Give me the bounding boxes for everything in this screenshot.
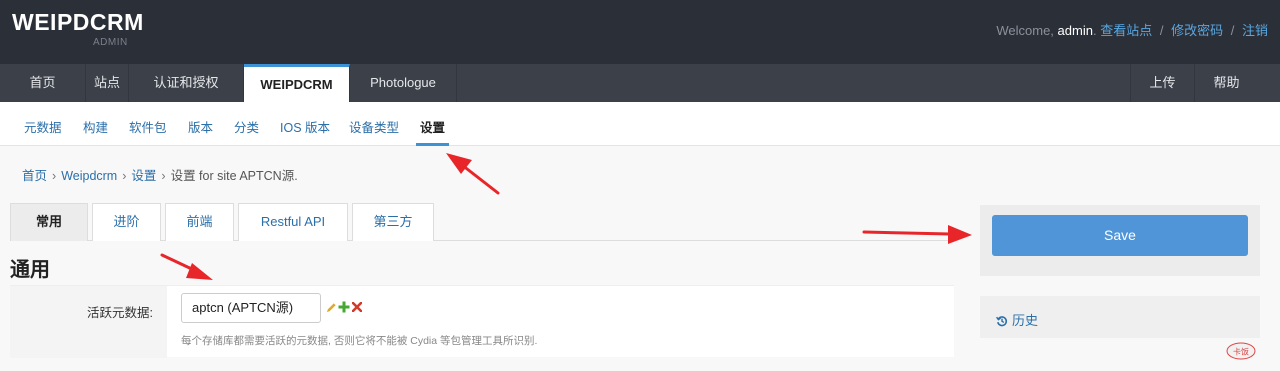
annotation-arrow-active-release bbox=[160, 253, 213, 280]
user-tools: Welcome, admin. 查看站点 / 修改密码 / 注销 bbox=[996, 20, 1268, 39]
annotation-arrow-settings bbox=[446, 153, 500, 195]
subnav-item-builds[interactable]: 构建 bbox=[83, 117, 108, 136]
watermark-text: 卡饭 bbox=[1233, 347, 1249, 357]
nav-item-photologue[interactable]: Photologue bbox=[350, 64, 457, 102]
submit-row: Save bbox=[980, 205, 1260, 276]
tab-advanced[interactable]: 进阶 bbox=[92, 203, 161, 241]
subnav-item-packages[interactable]: 软件包 bbox=[129, 117, 167, 136]
user-tools-separator: / bbox=[1159, 23, 1164, 38]
username: admin bbox=[1057, 23, 1093, 38]
settings-tabs: 常用 进阶 前端 Restful API 第三方 bbox=[10, 203, 954, 241]
top-header: WEIPDCRM ADMIN Welcome, admin. 查看站点 / 修改… bbox=[0, 0, 1280, 64]
nav-item-weipdcrm[interactable]: WEIPDCRM bbox=[244, 64, 350, 102]
tab-frontend[interactable]: 前端 bbox=[165, 203, 234, 241]
breadcrumb-weipdcrm[interactable]: Weipdcrm bbox=[61, 169, 117, 183]
history-link[interactable]: 历史 bbox=[996, 310, 1038, 329]
tab-general[interactable]: 常用 bbox=[10, 203, 88, 241]
pencil-icon[interactable] bbox=[326, 302, 337, 313]
breadcrumb-settings[interactable]: 设置 bbox=[131, 169, 156, 183]
breadcrumb-current: 设置 for site APTCN源. bbox=[170, 169, 298, 183]
brand-subtitle: ADMIN bbox=[93, 37, 128, 48]
tab-third-party[interactable]: 第三方 bbox=[352, 203, 434, 241]
main-nav: 首页 站点 认证和授权 WEIPDCRM Photologue 上传 帮助 bbox=[0, 64, 1280, 102]
username-suffix: . bbox=[1092, 23, 1097, 38]
subnav-item-versions[interactable]: 版本 bbox=[188, 117, 213, 136]
history-label: 历史 bbox=[1012, 313, 1039, 328]
active-release-help: 每个存储库都需要活跃的元数据, 否则它将不能被 Cydia 等包管理工具所识别. bbox=[181, 335, 538, 347]
sub-nav: 元数据 构建 软件包 版本 分类 IOS 版本 设备类型 设置 bbox=[0, 102, 1280, 146]
history-icon bbox=[996, 316, 1008, 327]
section-title: 通用 bbox=[10, 259, 50, 281]
change-password-link[interactable]: 修改密码 bbox=[1171, 23, 1223, 38]
breadcrumb-separator: › bbox=[161, 169, 166, 183]
nav-item-upload[interactable]: 上传 bbox=[1130, 64, 1194, 102]
object-tools: 历史 bbox=[980, 296, 1260, 338]
watermark-logo: 卡饭 bbox=[1226, 342, 1256, 360]
subnav-item-settings[interactable]: 设置 bbox=[420, 117, 445, 136]
form-label-cell: 活跃元数据: bbox=[10, 286, 167, 358]
nav-item-help[interactable]: 帮助 bbox=[1194, 64, 1258, 102]
nav-item-auth[interactable]: 认证和授权 bbox=[129, 64, 244, 102]
breadcrumb: 首页 › Weipdcrm › 设置 › 设置 for site APTCN源. bbox=[22, 165, 298, 184]
active-release-label: 活跃元数据: bbox=[87, 306, 153, 320]
subnav-item-metadata[interactable]: 元数据 bbox=[24, 117, 62, 136]
logout-link[interactable]: 注销 bbox=[1242, 23, 1268, 38]
subnav-item-sections[interactable]: 分类 bbox=[234, 117, 259, 136]
save-button[interactable]: Save bbox=[992, 215, 1248, 256]
welcome-text: Welcome, bbox=[996, 23, 1058, 38]
tab-restful-api[interactable]: Restful API bbox=[238, 203, 348, 241]
subnav-item-device-types[interactable]: 设备类型 bbox=[349, 117, 399, 136]
breadcrumb-home[interactable]: 首页 bbox=[22, 169, 47, 183]
breadcrumb-separator: › bbox=[122, 169, 127, 183]
subnav-item-ios-versions[interactable]: IOS 版本 bbox=[280, 117, 330, 136]
view-site-link[interactable]: 查看站点 bbox=[1100, 23, 1152, 38]
active-release-select[interactable]: aptcn (APTCN源) bbox=[181, 293, 321, 323]
breadcrumb-separator: › bbox=[52, 169, 57, 183]
nav-item-home[interactable]: 首页 bbox=[0, 64, 86, 102]
subnav-active-indicator bbox=[416, 143, 449, 146]
delete-icon[interactable] bbox=[352, 302, 362, 312]
form-row-active-release: 活跃元数据: aptcn (APTCN源) 每个存储库都需要活跃的元数据, 否则… bbox=[10, 285, 954, 358]
brand-title[interactable]: WEIPDCRM bbox=[12, 9, 144, 36]
user-tools-separator: / bbox=[1230, 23, 1235, 38]
plus-icon[interactable] bbox=[338, 301, 350, 313]
nav-item-sites[interactable]: 站点 bbox=[86, 64, 129, 102]
